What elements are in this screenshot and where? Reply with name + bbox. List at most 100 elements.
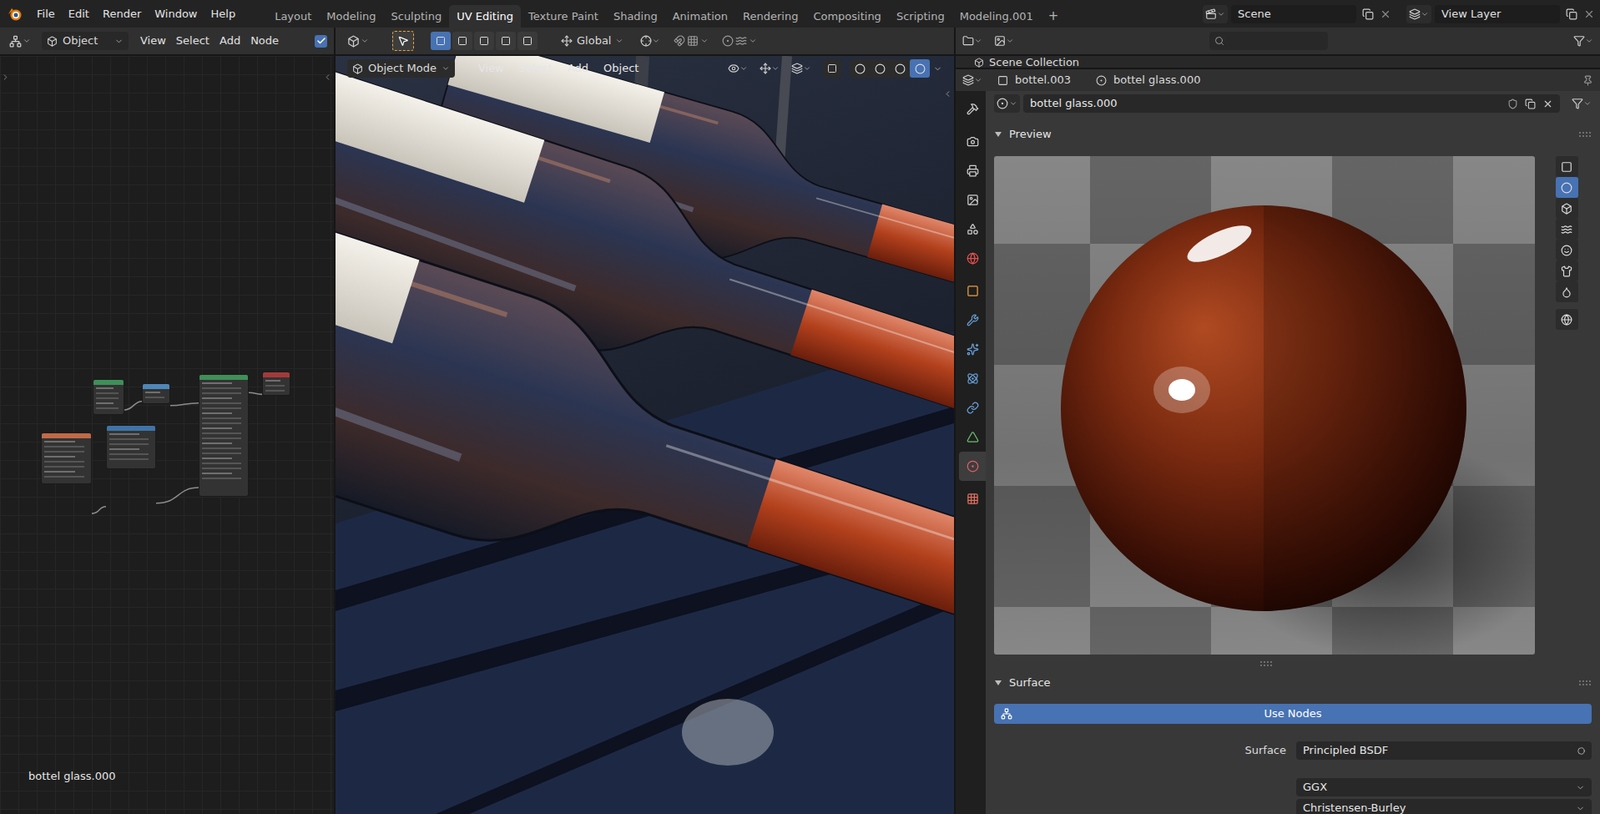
drag-grip-icon[interactable]: [1578, 679, 1592, 687]
preview-shape-button[interactable]: [1555, 260, 1579, 282]
shader-node[interactable]: [262, 371, 291, 396]
outliner-item[interactable]: Scene Collection: [974, 55, 1582, 68]
shading-options-icon[interactable]: [933, 64, 943, 74]
menu-item[interactable]: Window: [147, 3, 204, 26]
select-mode-button[interactable]: [430, 31, 451, 51]
properties-tab[interactable]: [958, 276, 986, 306]
menu-item[interactable]: Add: [214, 32, 246, 50]
expand-arrow-icon[interactable]: [994, 130, 1003, 139]
menu-item[interactable]: Edit: [61, 3, 96, 26]
preview-shape-button[interactable]: [1555, 156, 1579, 177]
snap-button[interactable]: [673, 35, 709, 47]
workspace-tab[interactable]: Sculpting: [383, 5, 450, 28]
new-view-layer-icon[interactable]: [1565, 8, 1578, 21]
new-scene-icon[interactable]: [1362, 8, 1374, 21]
menu-item[interactable]: File: [30, 3, 62, 26]
editor-type-button[interactable]: [6, 31, 34, 51]
shader-node[interactable]: [198, 373, 249, 497]
breadcrumb-object[interactable]: bottel.003: [997, 71, 1071, 89]
scene-browse-button[interactable]: [1202, 5, 1228, 24]
select-mode-button[interactable]: [495, 31, 516, 51]
menu-item[interactable]: View: [135, 32, 172, 50]
workspace-tab[interactable]: Texture Paint: [520, 5, 606, 28]
preview-shape-button[interactable]: [1555, 308, 1579, 330]
overlays-button[interactable]: [791, 62, 812, 75]
display-mode-button[interactable]: [994, 35, 1015, 47]
add-workspace-button[interactable]: +: [1040, 5, 1067, 28]
workspace-tab[interactable]: Compositing: [805, 5, 889, 28]
outliner-search-field[interactable]: [1209, 31, 1328, 51]
shading-mode-button[interactable]: [909, 59, 930, 78]
material-browse-button[interactable]: [994, 94, 1020, 113]
properties-tab[interactable]: [958, 185, 986, 215]
editor-type-button[interactable]: [347, 35, 369, 48]
view-layer-browse-button[interactable]: [1406, 5, 1432, 24]
blender-logo-icon[interactable]: [6, 6, 24, 22]
menu-item[interactable]: Add: [560, 58, 596, 79]
preview-shape-button[interactable]: [1555, 218, 1579, 240]
scene-name-field[interactable]: Scene: [1231, 5, 1357, 24]
menu-item[interactable]: Select: [171, 32, 215, 50]
properties-tab[interactable]: [958, 305, 986, 335]
properties-tab[interactable]: [958, 363, 986, 394]
delete-scene-icon[interactable]: [1379, 8, 1392, 21]
properties-tab[interactable]: [958, 243, 986, 273]
proportional-edit-button[interactable]: [721, 35, 758, 47]
menu-item[interactable]: Select: [512, 58, 560, 79]
xray-button[interactable]: [822, 59, 842, 78]
duplicate-material-icon[interactable]: [1524, 98, 1536, 110]
preview-panel-header[interactable]: Preview: [994, 123, 1592, 146]
shading-mode-button[interactable]: [849, 59, 870, 78]
properties-tab[interactable]: [958, 156, 986, 186]
node-canvas[interactable]: bottel glass.000: [0, 55, 334, 814]
select-mode-button[interactable]: [517, 31, 538, 51]
shading-mode-button[interactable]: [889, 59, 910, 78]
workspace-tab[interactable]: Rendering: [735, 5, 806, 28]
unlink-material-icon[interactable]: [1542, 98, 1554, 110]
pivot-button[interactable]: [640, 35, 661, 47]
preview-shape-button[interactable]: [1555, 239, 1579, 261]
sidebar-toggle-icon[interactable]: [943, 89, 953, 99]
drag-grip-icon[interactable]: [1578, 131, 1592, 138]
shading-mode-button[interactable]: [869, 59, 890, 78]
properties-tab[interactable]: [958, 214, 986, 244]
editor-type-button[interactable]: [962, 35, 983, 47]
surface-panel-header[interactable]: Surface: [994, 671, 1592, 694]
properties-tab[interactable]: [958, 126, 986, 157]
shader-type-dropdown[interactable]: Object: [41, 31, 129, 51]
select-mode-button[interactable]: [474, 31, 495, 51]
viewport-canvas[interactable]: Object ModeViewSelectAddObject: [335, 55, 954, 814]
shader-field[interactable]: Principled BSDF: [1296, 741, 1592, 760]
workspace-tab[interactable]: Animation: [665, 5, 736, 28]
preview-shape-button[interactable]: [1555, 176, 1579, 198]
expand-arrow-icon[interactable]: [994, 678, 1003, 687]
editor-type-button[interactable]: [962, 74, 983, 86]
properties-tab[interactable]: [958, 94, 986, 124]
properties-tab[interactable]: [958, 393, 986, 423]
view-layer-name-field[interactable]: View Layer: [1434, 5, 1560, 24]
workspace-tab[interactable]: Modeling.001: [952, 5, 1041, 28]
workspace-tab[interactable]: Modeling: [318, 5, 384, 28]
workspace-tab[interactable]: Layout: [267, 5, 319, 28]
use-nodes-checkbox[interactable]: [314, 35, 328, 48]
shader-node[interactable]: [141, 383, 171, 404]
orientation-dropdown[interactable]: Global: [555, 31, 629, 51]
menu-item[interactable]: View: [471, 58, 511, 79]
drag-grip-icon[interactable]: [1259, 660, 1273, 667]
preview-resize-handle[interactable]: [994, 654, 1592, 672]
toolbar-toggle-icon[interactable]: [0, 72, 11, 82]
material-name-field[interactable]: bottel glass.000: [1023, 94, 1560, 113]
menu-item[interactable]: Node: [245, 32, 284, 50]
shader-node[interactable]: [92, 378, 125, 415]
pin-icon[interactable]: [1582, 75, 1594, 86]
workspace-tab[interactable]: Scripting: [888, 5, 953, 28]
dropdown-field[interactable]: Christensen-Burley: [1296, 798, 1592, 814]
filter-button[interactable]: [1573, 35, 1594, 47]
properties-tab[interactable]: [958, 451, 986, 481]
workspace-tab[interactable]: Shading: [605, 5, 666, 28]
preview-shape-button[interactable]: [1555, 281, 1579, 303]
workspace-tab[interactable]: UV Editing: [449, 5, 521, 28]
sidebar-toggle-icon[interactable]: [323, 72, 333, 82]
fake-user-icon[interactable]: [1507, 98, 1519, 110]
material-filter-button[interactable]: [1571, 97, 1592, 110]
